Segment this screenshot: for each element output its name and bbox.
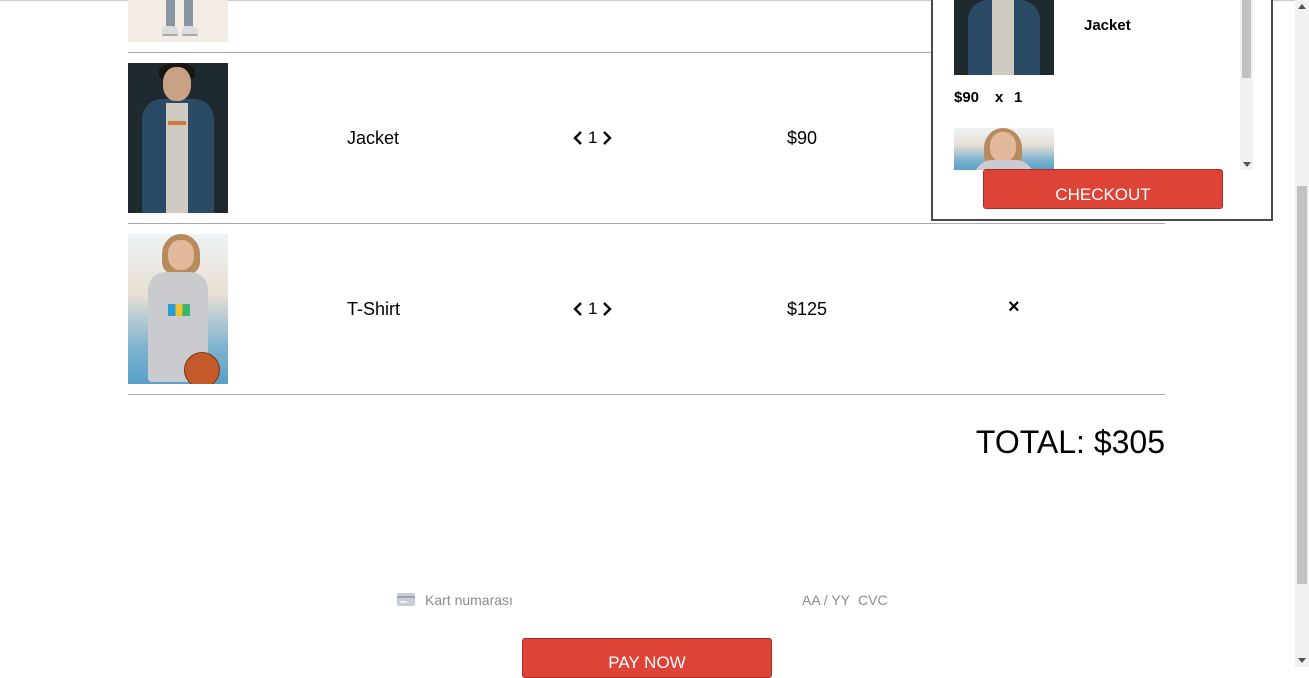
quantity-value: 1 xyxy=(588,299,598,318)
scroll-down-arrow-icon[interactable] xyxy=(1298,658,1306,663)
mini-item-times: x xyxy=(995,89,1004,106)
head-shape xyxy=(168,240,194,270)
cart-total: TOTAL: $305 xyxy=(975,424,1165,460)
tshirt-photo xyxy=(128,234,228,384)
credit-card-icon xyxy=(397,593,415,606)
mini-item-name: Jacket xyxy=(1084,17,1131,34)
row-divider xyxy=(128,223,1165,224)
product-image-partial xyxy=(128,0,228,42)
product-name: T-Shirt xyxy=(347,299,401,319)
scrollbar-thumb[interactable] xyxy=(1297,186,1307,584)
checkout-label: CHECKOUT xyxy=(1055,184,1151,204)
pay-now-label: PAY NOW xyxy=(608,653,686,672)
product-price: $90 xyxy=(787,128,818,148)
shoe-shape xyxy=(182,26,198,36)
page-scrollbar[interactable] xyxy=(1295,0,1309,667)
chevron-left-icon[interactable] xyxy=(572,301,584,317)
chevron-right-icon[interactable] xyxy=(601,130,613,146)
cvc-input[interactable] xyxy=(858,590,898,610)
mini-cart-scrollbar[interactable] xyxy=(1240,0,1253,170)
quantity-stepper: 1 xyxy=(572,128,613,148)
jacket-photo xyxy=(128,63,228,213)
mini-cart-dropdown: Jacket $90 x 1 CHECKOUT xyxy=(931,0,1273,221)
mini-cart-list[interactable]: Jacket $90 x 1 xyxy=(933,0,1253,170)
shoe-shape xyxy=(162,26,178,36)
head-shape xyxy=(163,67,191,101)
scroll-up-arrow-icon[interactable] xyxy=(1298,4,1306,9)
product-name: Jacket xyxy=(347,128,400,148)
basketball-shape xyxy=(184,352,220,384)
shirt-shape xyxy=(166,103,188,213)
product-price: $125 xyxy=(787,299,828,319)
row-divider xyxy=(128,394,1165,395)
shirt-shape xyxy=(992,0,1014,75)
chevron-left-icon[interactable] xyxy=(572,130,584,146)
scroll-down-arrow-icon[interactable] xyxy=(1243,162,1251,167)
print-shape xyxy=(168,304,190,316)
remove-item-icon[interactable]: × xyxy=(1008,297,1024,317)
logo-shape xyxy=(168,121,186,125)
checkout-button[interactable]: CHECKOUT xyxy=(983,169,1223,209)
quantity-stepper: 1 xyxy=(572,299,613,319)
expiry-input[interactable] xyxy=(802,590,854,610)
mini-tshirt-photo xyxy=(954,128,1054,170)
head-shape xyxy=(990,132,1016,162)
leg-shape xyxy=(184,0,193,28)
mini-item-qty: 1 xyxy=(1014,89,1023,106)
card-number-input[interactable] xyxy=(425,590,785,610)
pay-now-button[interactable]: PAY NOW xyxy=(522,638,772,678)
mini-jacket-photo xyxy=(954,0,1054,75)
chevron-right-icon[interactable] xyxy=(601,301,613,317)
mini-item-price: $90 xyxy=(954,89,980,106)
quantity-value: 1 xyxy=(588,128,598,147)
scrollbar-thumb[interactable] xyxy=(1242,0,1251,78)
leg-shape xyxy=(166,0,175,28)
